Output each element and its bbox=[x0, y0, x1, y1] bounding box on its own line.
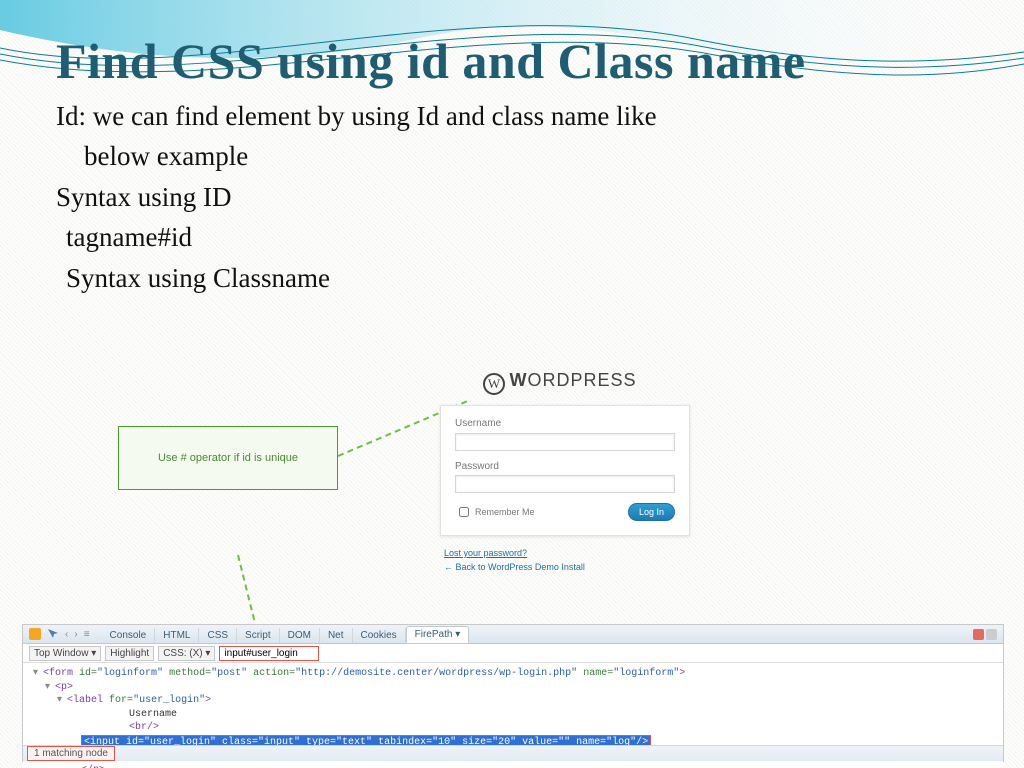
wordpress-login-panel: Username Password Remember Me Log In bbox=[440, 405, 690, 536]
tab-console[interactable]: Console bbox=[102, 628, 156, 643]
matching-node-badge[interactable]: 1 matching node bbox=[27, 746, 115, 761]
tab-firepath[interactable]: FirePath ▾ bbox=[406, 626, 470, 643]
username-input[interactable] bbox=[455, 433, 675, 451]
code-br: <br/> bbox=[81, 722, 159, 733]
code-attr-val: "post" bbox=[211, 668, 247, 679]
body-line-1: Id: we can find element by using Id and … bbox=[56, 98, 956, 134]
devtools-tabs: Console HTML CSS Script DOM Net Cookies … bbox=[102, 626, 470, 643]
nav-back-icon[interactable]: ‹ bbox=[65, 629, 68, 640]
code-close-p: </p> bbox=[57, 765, 105, 768]
selector-type-select[interactable]: CSS: (X) ▾ bbox=[158, 646, 215, 661]
slide-body: Id: we can find element by using Id and … bbox=[56, 94, 956, 300]
wordpress-logo-text-press: PRESS bbox=[570, 370, 636, 390]
tab-dom[interactable]: DOM bbox=[280, 628, 320, 643]
password-label: Password bbox=[455, 461, 675, 472]
slide-title: Find CSS using id and Class name bbox=[56, 32, 806, 90]
nav-fwd-icon[interactable]: › bbox=[74, 629, 77, 640]
remember-me-label: Remember Me bbox=[475, 507, 535, 517]
remember-me-checkbox[interactable] bbox=[459, 507, 469, 517]
devtools-icons: ‹ › ≡ bbox=[29, 628, 90, 640]
inspect-icon[interactable] bbox=[47, 628, 59, 640]
login-button[interactable]: Log In bbox=[628, 503, 675, 521]
context-select[interactable]: Top Window ▾ bbox=[29, 646, 101, 661]
devtools-footer: 1 matching node bbox=[23, 745, 1003, 761]
lost-password-link[interactable]: Lost your password? bbox=[444, 546, 680, 560]
tab-html[interactable]: HTML bbox=[155, 628, 199, 643]
close-icon[interactable] bbox=[973, 629, 984, 640]
wordpress-logo: WWORDPRESS bbox=[440, 370, 680, 395]
body-line-3: Syntax using ID bbox=[56, 179, 956, 215]
body-line-2: below example bbox=[84, 138, 956, 174]
code-attr-val: "loginform" bbox=[613, 668, 679, 679]
remember-me-group[interactable]: Remember Me bbox=[455, 504, 535, 520]
devtools-tabbar: ‹ › ≡ Console HTML CSS Script DOM Net Co… bbox=[23, 625, 1003, 644]
firepath-toolbar: Top Window ▾ Highlight CSS: (X) ▾ bbox=[23, 644, 1003, 663]
body-line-5: Syntax using Classname bbox=[66, 260, 956, 296]
callout-text: Use # operator if id is unique bbox=[158, 452, 298, 464]
callout-box: Use # operator if id is unique bbox=[118, 426, 338, 490]
wordpress-logo-text-ord: ORD bbox=[527, 370, 570, 390]
devtools-panel: ‹ › ≡ Console HTML CSS Script DOM Net Co… bbox=[22, 624, 1004, 762]
tab-script[interactable]: Script bbox=[237, 628, 280, 643]
menu-icon[interactable]: ≡ bbox=[84, 629, 90, 640]
wordpress-logo-icon: W bbox=[483, 373, 505, 395]
tab-net[interactable]: Net bbox=[320, 628, 353, 643]
wordpress-login-mock: WWORDPRESS Username Password Remember Me… bbox=[440, 370, 680, 575]
detach-icon[interactable] bbox=[986, 629, 997, 640]
firebug-icon[interactable] bbox=[29, 628, 41, 640]
password-input[interactable] bbox=[455, 475, 675, 493]
tab-css[interactable]: CSS bbox=[199, 628, 237, 643]
body-line-4: tagname#id bbox=[66, 219, 956, 255]
selector-input[interactable] bbox=[219, 646, 319, 661]
code-attr-val: "http://demosite.center/wordpress/wp-log… bbox=[295, 668, 577, 679]
wordpress-logo-text-w: W bbox=[509, 370, 527, 390]
username-label: Username bbox=[455, 418, 675, 429]
highlight-button[interactable]: Highlight bbox=[105, 646, 154, 661]
code-attr-val: "loginform" bbox=[97, 668, 163, 679]
back-link[interactable]: ← Back to WordPress Demo Install bbox=[444, 560, 680, 574]
code-text: Username bbox=[81, 709, 177, 720]
tab-cookies[interactable]: Cookies bbox=[353, 628, 406, 643]
devtools-window-controls bbox=[973, 629, 997, 640]
